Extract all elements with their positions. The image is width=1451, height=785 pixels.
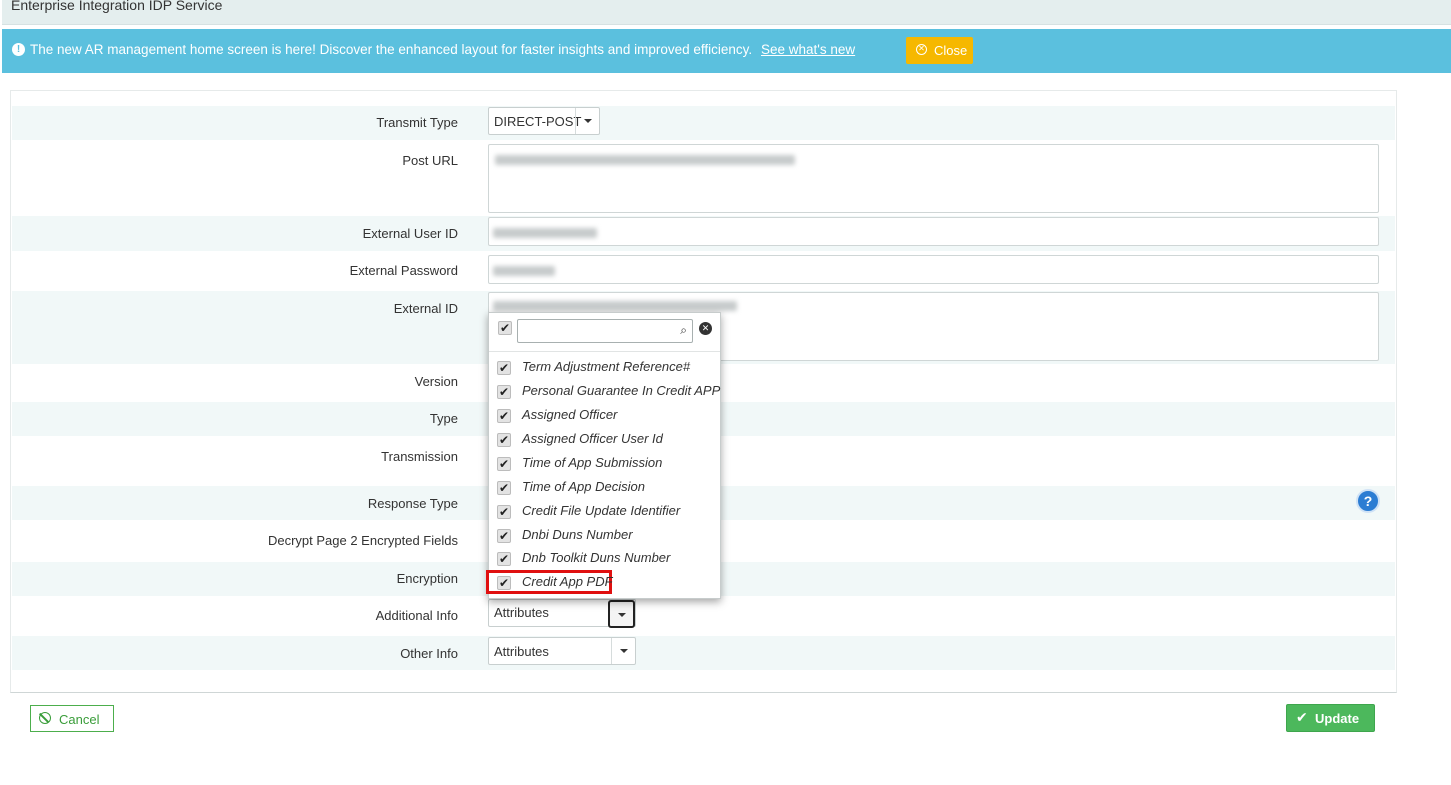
dropdown-search-input[interactable]: ⌕ xyxy=(517,319,693,343)
option-checkbox[interactable]: ✔ xyxy=(497,505,511,519)
see-whats-new-link[interactable]: See what's new xyxy=(761,42,855,57)
dropdown-header: ✔ ⌕ ✕ xyxy=(489,313,720,352)
external-password-field[interactable] xyxy=(488,255,1379,284)
dropdown-option[interactable]: ✔ Personal Guarantee In Credit APP xyxy=(489,379,720,403)
option-label: Credit File Update Identifier xyxy=(522,503,681,518)
dropdown-option-highlighted[interactable]: ✔ Credit App PDF xyxy=(486,570,720,594)
additional-info-label: Additional Info xyxy=(375,608,458,623)
option-label: Credit App PDF xyxy=(522,574,613,589)
ban-icon xyxy=(39,712,51,724)
option-checkbox[interactable]: ✔ xyxy=(497,552,511,566)
close-button-label: Close xyxy=(934,43,968,58)
option-checkbox[interactable]: ✔ xyxy=(497,457,511,471)
option-checkbox[interactable]: ✔ xyxy=(497,576,511,590)
option-checkbox[interactable]: ✔ xyxy=(497,529,511,543)
external-password-label: External Password xyxy=(349,263,458,278)
page-header: Enterprise Integration IDP Service xyxy=(2,0,1451,25)
post-url-field[interactable] xyxy=(488,144,1379,213)
option-label: Assigned Officer User Id xyxy=(522,431,663,446)
response-type-label: Response Type xyxy=(367,496,458,511)
additional-info-value: Attributes xyxy=(494,605,549,620)
attributes-multiselect-dropdown: ✔ ⌕ ✕ ✔ Term Adjustment Reference# ✔ Per… xyxy=(486,312,721,599)
checkmark-icon: ✔ xyxy=(1296,709,1308,725)
post-url-label: Post URL xyxy=(402,153,458,168)
row-other-info xyxy=(12,636,1395,670)
dropdown-option[interactable]: ✔ Time of App Decision xyxy=(489,475,720,499)
chevron-down-icon[interactable] xyxy=(608,600,635,628)
search-icon: ⌕ xyxy=(680,323,687,337)
chevron-down-icon[interactable] xyxy=(611,638,635,664)
dropdown-option[interactable]: ✔ Dnbi Duns Number xyxy=(489,523,720,547)
redacted-value xyxy=(493,301,737,311)
external-user-id-label: External User ID xyxy=(362,226,458,241)
decrypt-page2-label: Decrypt Page 2 Encrypted Fields xyxy=(267,533,458,548)
option-checkbox[interactable]: ✔ xyxy=(497,385,511,399)
option-checkbox[interactable]: ✔ xyxy=(497,433,511,447)
page-title: Enterprise Integration IDP Service xyxy=(11,0,223,13)
dropdown-option[interactable]: ✔ Term Adjustment Reference# xyxy=(489,355,720,379)
option-checkbox[interactable]: ✔ xyxy=(497,361,511,375)
cancel-button-label: Cancel xyxy=(59,712,100,727)
close-circle-icon: ✕ xyxy=(916,44,927,55)
transmission-label: Transmission xyxy=(381,449,458,464)
dropdown-option[interactable]: ✔ Credit File Update Identifier xyxy=(489,499,720,523)
option-checkbox[interactable]: ✔ xyxy=(497,409,511,423)
other-info-value: Attributes xyxy=(494,644,549,659)
dropdown-option[interactable]: ✔ Assigned Officer xyxy=(489,403,720,427)
transmit-type-label: Transmit Type xyxy=(376,115,458,130)
option-checkbox[interactable]: ✔ xyxy=(497,481,511,495)
option-label: Assigned Officer xyxy=(522,407,618,422)
option-label: Personal Guarantee In Credit APP xyxy=(522,383,721,398)
option-label: Term Adjustment Reference# xyxy=(522,359,691,374)
encryption-label: Encryption xyxy=(396,571,458,586)
dropdown-option[interactable]: ✔ Assigned Officer User Id xyxy=(489,427,720,451)
row-transmit-type xyxy=(12,106,1395,140)
clear-search-icon[interactable]: ✕ xyxy=(699,322,712,335)
other-info-select[interactable]: Attributes xyxy=(488,637,636,665)
redacted-value xyxy=(495,155,795,165)
redacted-value xyxy=(493,266,555,276)
info-circle-icon: ! xyxy=(12,43,25,56)
banner-close-button[interactable]: ✕ Close xyxy=(906,37,973,64)
banner-message: The new AR management home screen is her… xyxy=(30,42,753,57)
update-button[interactable]: ✔ Update xyxy=(1286,704,1375,732)
chevron-down-icon[interactable] xyxy=(575,108,599,134)
cancel-button[interactable]: Cancel xyxy=(30,705,114,732)
help-icon[interactable]: ? xyxy=(1356,489,1380,513)
update-button-label: Update xyxy=(1315,711,1360,726)
type-label: Type xyxy=(429,411,458,426)
redacted-value xyxy=(493,228,597,238)
transmit-type-select[interactable]: DIRECT-POST xyxy=(488,107,600,135)
other-info-label: Other Info xyxy=(400,646,458,661)
external-user-id-field[interactable] xyxy=(488,217,1379,246)
version-label: Version xyxy=(414,374,458,389)
announcement-banner: ! The new AR management home screen is h… xyxy=(2,29,1451,73)
select-all-checkbox[interactable]: ✔ xyxy=(498,321,512,335)
dropdown-option[interactable]: ✔ Dnb Toolkit Duns Number xyxy=(489,546,720,570)
option-label: Time of App Decision xyxy=(522,479,645,494)
option-label: Dnbi Duns Number xyxy=(522,527,633,542)
dropdown-option[interactable]: ✔ Time of App Submission xyxy=(489,451,720,475)
external-id-label: External ID xyxy=(393,301,458,316)
transmit-type-value: DIRECT-POST xyxy=(494,114,582,129)
option-label: Time of App Submission xyxy=(522,455,663,470)
option-label: Dnb Toolkit Duns Number xyxy=(522,550,671,565)
additional-info-select[interactable]: Attributes xyxy=(488,599,636,628)
